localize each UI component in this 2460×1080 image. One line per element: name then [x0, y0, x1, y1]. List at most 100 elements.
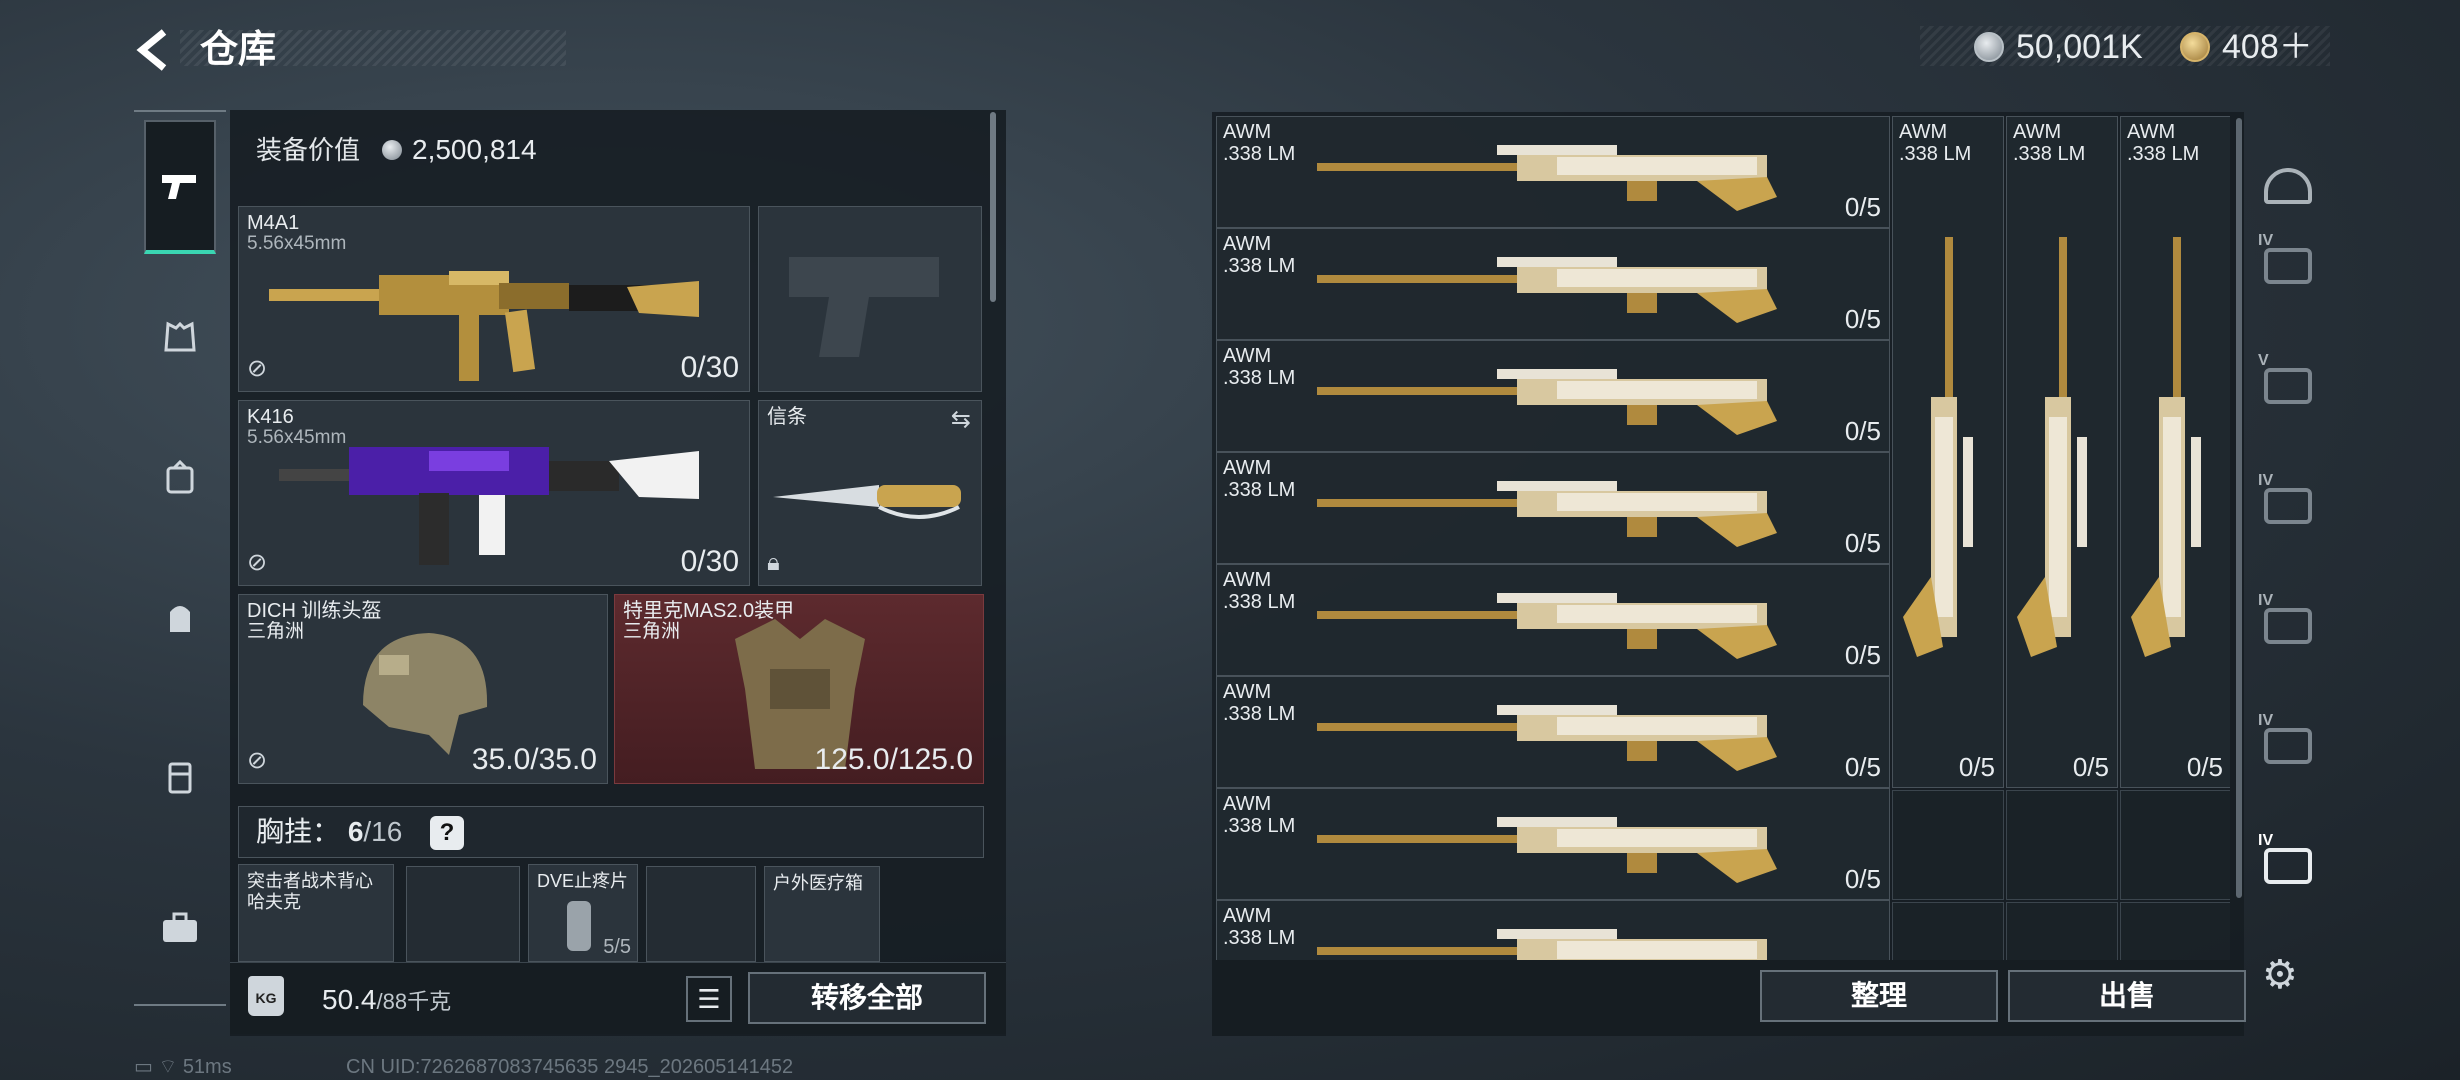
stash-item-awm[interactable]: AWM .338 LM 0/5 — [1216, 788, 1890, 900]
chest-rig-colon: ： — [312, 816, 341, 847]
briefcase-icon[interactable] — [144, 892, 216, 964]
rig-empty-slot[interactable] — [646, 866, 756, 962]
user-uid: CN UID:7262687083745635 2945_20260514145… — [346, 1056, 794, 1078]
weight-readout: 50.4/88千克 — [322, 980, 451, 1022]
stash-empty-cell[interactable] — [2006, 902, 2118, 960]
stash-tab[interactable]: IV — [2256, 592, 2320, 652]
stash-item-awm[interactable]: AWM .338 LM 0/5 — [1216, 228, 1890, 340]
awm-rifle-icon — [1903, 237, 1973, 657]
awm-rifle-icon — [2131, 237, 2201, 657]
item-name: AWM — [1223, 793, 1272, 815]
loadout-scrollbar[interactable] — [990, 112, 996, 302]
backpack-icon[interactable] — [144, 582, 216, 654]
stash-item-awm[interactable]: AWM .338 LM 0/5 — [1216, 116, 1890, 228]
item-caliber: .338 LM — [1223, 479, 1296, 501]
item-name: AWM — [2013, 121, 2062, 143]
stash-empty-cell[interactable] — [2006, 790, 2118, 900]
awm-rifle-icon — [1317, 145, 1777, 211]
k416-rifle-icon — [279, 447, 699, 565]
stash-empty-cell[interactable] — [2120, 790, 2230, 900]
item-ammo: 0/5 — [2186, 752, 2223, 782]
stash-main-tab-icon[interactable] — [2256, 152, 2320, 212]
silver-coin-icon — [382, 140, 402, 160]
item-ammo: 0/5 — [2072, 752, 2109, 782]
item-name: AWM — [1223, 905, 1272, 927]
m4a1-rifle-icon — [269, 271, 699, 381]
item-ammo: 0/5 — [1844, 528, 1881, 558]
sort-button[interactable]: 整理 — [1760, 970, 1998, 1022]
no-insurance-icon: ⊘ — [247, 747, 268, 774]
helmet-durability: 35.0/35.0 — [471, 743, 597, 776]
item-caliber: .338 LM — [1223, 367, 1296, 389]
melee-slot[interactable]: 信条 ⇆ 🔒︎ — [758, 400, 982, 586]
stash-scrollbar[interactable] — [2236, 118, 2242, 898]
stash-box-icon — [2264, 728, 2312, 764]
swap-icon[interactable]: ⇆ — [951, 405, 971, 434]
stash-item-awm[interactable]: AWM .338 LM 0/5 — [1216, 564, 1890, 676]
awm-rifle-icon — [1317, 593, 1777, 659]
stash-item-awm-vertical[interactable]: AWM .338 LM 0/5 — [1892, 116, 2004, 788]
stash-tab[interactable]: IV — [2256, 472, 2320, 532]
item-caliber: .338 LM — [1223, 591, 1296, 613]
stash-tab[interactable]: IV — [2256, 232, 2320, 292]
rig-item-painkiller[interactable]: DVE止疼片 5/5 — [528, 864, 638, 962]
stash-box-icon — [2264, 368, 2312, 404]
item-caliber: .338 LM — [1223, 255, 1296, 277]
weapon-ammo: 0/30 — [680, 351, 739, 384]
back-arrow-icon[interactable] — [130, 24, 182, 76]
item-name: AWM — [1899, 121, 1948, 143]
rig-item-vest[interactable]: 突击者战术背心 哈夫克 — [238, 864, 394, 962]
primary-weapon-slot[interactable]: M4A1 5.56x45mm ⊘ 0/30 — [238, 206, 750, 392]
transfer-all-button[interactable]: 转移全部 — [748, 972, 986, 1024]
item-ammo: 0/5 — [1844, 864, 1881, 894]
list-icon[interactable]: ☰ — [686, 976, 732, 1022]
awm-rifle-icon — [2017, 237, 2087, 657]
awm-rifle-icon — [1317, 369, 1777, 435]
item-name: 户外医疗箱 — [773, 873, 863, 893]
item-ammo: 0/5 — [1844, 640, 1881, 670]
chest-rig-label: 胸挂： 6/16 — [256, 812, 402, 852]
item-name: DVE止疼片 — [537, 871, 629, 891]
pistol-silhouette-icon — [789, 257, 939, 357]
rig-icon[interactable] — [144, 442, 216, 514]
rig-item-medkit[interactable]: 户外医疗箱 — [764, 866, 880, 962]
item-ammo: 0/5 — [1844, 304, 1881, 334]
stash-grid: AWM .338 LM 0/5 AWM .338 LM 0/5 AWM .338 LM… — [1216, 116, 2230, 960]
stash-empty-cell[interactable] — [1892, 902, 2004, 960]
container-icon[interactable] — [144, 742, 216, 814]
stash-item-awm[interactable]: AWM .338 LM 0/5 — [1216, 452, 1890, 564]
gold-amount[interactable]: 408＋ — [2222, 26, 2313, 68]
stash-tab[interactable]: IV — [2256, 712, 2320, 772]
armor-slot[interactable]: 特里克MAS2.0装甲 三角洲 125.0/125.0 — [614, 594, 984, 784]
stash-empty-cell[interactable] — [1892, 790, 2004, 900]
no-insurance-icon: ⊘ — [247, 549, 268, 576]
item-caliber: .338 LM — [1899, 143, 1972, 165]
painkiller-icon — [567, 901, 591, 951]
help-button[interactable]: ? — [430, 816, 464, 850]
secondary-weapon-slot[interactable]: K416 5.56x45mm ⊘ 0/30 — [238, 400, 750, 586]
stash-item-awm-vertical[interactable]: AWM .338 LM 0/5 — [2120, 116, 2230, 788]
rig-empty-slot[interactable] — [406, 866, 520, 962]
stash-tab[interactable]: V — [2256, 352, 2320, 412]
weapons-tab-pistol-icon[interactable] — [144, 120, 216, 254]
chest-rig-capacity: /16 — [363, 816, 403, 847]
stash-item-awm[interactable]: AWM .338 LM — [1216, 900, 1890, 960]
chest-rig-count: 6 — [347, 816, 364, 847]
awm-rifle-icon — [1317, 817, 1777, 883]
knife-icon — [773, 485, 961, 519]
sidearm-slot[interactable] — [758, 206, 982, 392]
sell-button[interactable]: 出售 — [2008, 970, 2246, 1022]
stash-item-awm-vertical[interactable]: AWM .338 LM 0/5 — [2006, 116, 2118, 788]
gear-icon[interactable]: ⚙ — [2262, 952, 2298, 998]
item-name: AWM — [1223, 233, 1272, 255]
item-caliber: .338 LM — [2013, 143, 2086, 165]
melee-name: 信条 — [767, 406, 807, 428]
stash-item-awm[interactable]: AWM .338 LM 0/5 — [1216, 676, 1890, 788]
armor-vest-icon[interactable] — [144, 302, 216, 374]
stash-empty-cell[interactable] — [2120, 902, 2230, 960]
helmet-slot[interactable]: DICH 训练头盔 三角洲 ⊘ 35.0/35.0 — [238, 594, 608, 784]
silver-coin-icon — [1974, 32, 2004, 62]
chest-rig-title: 胸挂 — [256, 816, 313, 847]
stash-item-awm[interactable]: AWM .338 LM 0/5 — [1216, 340, 1890, 452]
stash-tab-active[interactable]: IV — [2256, 832, 2320, 892]
